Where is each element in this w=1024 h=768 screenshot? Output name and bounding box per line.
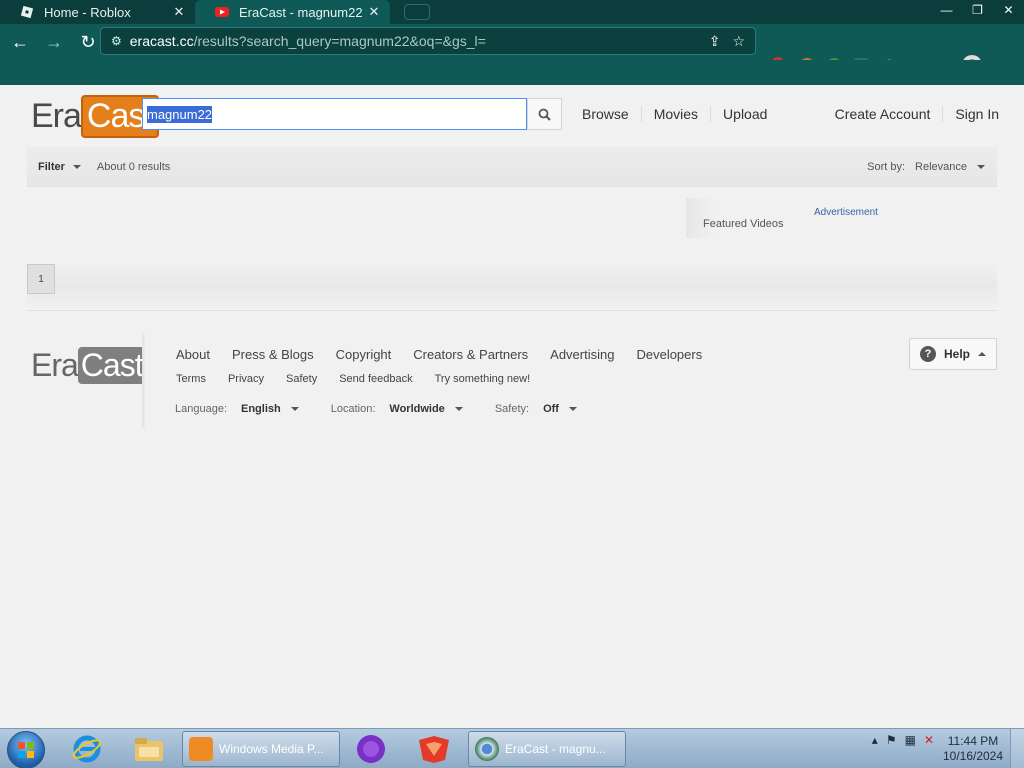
nav-movies[interactable]: Movies [642,106,712,122]
footer-link-privacy[interactable]: Privacy [228,373,264,385]
footer-primary-links: About Press & Blogs Copyright Creators &… [176,347,702,362]
share-icon[interactable]: ⇪ [709,33,721,50]
nav-upload[interactable]: Upload [711,106,779,122]
search-button[interactable] [527,98,562,130]
file-explorer-icon[interactable] [133,731,165,767]
tray-expand-icon[interactable]: ▴ [872,733,878,747]
tab-title: Home - Roblox [44,4,131,20]
purple-app-icon[interactable] [355,731,387,767]
results-filter-bar: Filter About 0 results Sort by: Relevanc… [27,147,997,187]
footer-divider [27,310,997,311]
footer-link-try-new[interactable]: Try something new! [435,373,531,385]
forward-icon[interactable]: → [40,28,68,56]
create-account-link[interactable]: Create Account [823,106,944,122]
nav-browse[interactable]: Browse [570,106,642,122]
eracast-logo[interactable]: Era Cast [31,94,159,138]
footer-logo[interactable]: Era Cast [31,347,146,384]
show-desktop-button[interactable] [1010,729,1024,768]
footer-link-advertising[interactable]: Advertising [550,347,614,362]
chevron-down-icon [454,407,463,411]
taskbar-windows-media-player[interactable]: Windows Media P... [182,731,340,767]
footer-link-creators[interactable]: Creators & Partners [413,347,528,362]
sort-label: Sort by: [867,160,906,173]
language-dropdown[interactable]: English [241,403,299,415]
media-player-icon [189,737,213,761]
question-icon: ? [919,346,936,362]
footer-link-safety[interactable]: Safety [286,373,317,385]
search-query-text: magnum22 [147,105,213,123]
page-button[interactable]: 1 [27,264,55,294]
clock-time: 11:44 PM [947,734,999,748]
safety-label: Safety: [494,403,530,415]
windows-logo-icon [18,742,34,758]
page-content: Era Cast magnum22 Browse Movies Upload Cr… [0,85,1024,728]
footer-link-feedback[interactable]: Send feedback [339,373,412,385]
footer-link-about[interactable]: About [176,347,210,362]
safety-dropdown[interactable]: Off [543,403,577,415]
url-text[interactable]: eracast.cc/results?search_query=magnum22… [130,33,709,49]
new-tab-button[interactable] [404,4,430,20]
reload-icon[interactable]: ↻ [74,28,102,56]
roblox-icon [20,5,34,19]
address-bar[interactable]: ⚙ eracast.cc/results?search_query=magnum… [100,27,756,55]
location-dropdown[interactable]: Worldwide [389,403,463,415]
tab-roblox[interactable]: Home - Roblox ✕ [0,0,195,24]
chevron-up-icon [978,352,986,356]
clock-date: 10/16/2024 [942,749,1004,763]
minimize-icon[interactable]: — [931,0,962,20]
bookmarks-bar [0,60,1024,85]
back-icon[interactable]: ← [6,28,34,56]
chevron-down-icon [290,407,299,411]
restore-icon[interactable]: ❐ [962,0,993,20]
system-tray: ▴ ⚑ ▦ ✕ [872,733,934,747]
browser-toolbar: ← → ↻ ⚙ eracast.cc/results?search_query=… [0,24,1024,75]
tab-title: EraCast - magnum22 [239,4,363,20]
windows-taskbar: Windows Media P... EraCast - magnu... ▴ … [0,728,1024,768]
location-label: Location: [330,403,376,415]
start-button[interactable] [7,731,45,768]
internet-explorer-icon[interactable] [72,731,102,767]
bookmark-star-icon[interactable]: ☆ [732,33,745,50]
sign-in-link[interactable]: Sign In [943,106,999,122]
chevron-down-icon [568,407,577,411]
chrome-icon [475,737,499,761]
flag-icon[interactable]: ⚑ [886,733,897,747]
footer-preferences: Language: English Location: Worldwide Sa… [175,403,609,415]
pagination: 1 [27,263,997,309]
footer-secondary-links: Terms Privacy Safety Send feedback Try s… [176,373,530,385]
browser-tab-strip: Home - Roblox ✕ EraCast - magnum22 ✕ — ❐… [0,0,1024,24]
advertisement-label[interactable]: Advertisement [814,207,878,218]
search-icon [538,108,551,121]
chevron-down-icon [72,164,81,169]
featured-videos-heading: Featured Videos [686,198,826,238]
main-nav: Browse Movies Upload [570,106,779,122]
sort-control: Sort by: Relevance [867,161,985,173]
language-label: Language: [175,403,227,415]
close-window-icon[interactable]: ✕ [993,0,1024,20]
taskbar-clock[interactable]: 11:44 PM 10/16/2024 [938,734,1008,764]
tab-eracast[interactable]: EraCast - magnum22 ✕ [195,0,390,24]
taskbar-browser-eracast[interactable]: EraCast - magnu... [468,731,626,767]
network-icon[interactable]: ▦ [905,733,916,747]
close-icon[interactable]: ✕ [171,4,187,20]
youtube-icon [215,5,229,19]
chevron-down-icon [977,164,985,169]
filter-dropdown[interactable]: Filter [38,161,81,173]
search-form: magnum22 [142,98,562,130]
fox-app-icon[interactable] [417,731,451,767]
footer-divider-vertical [142,333,146,428]
volume-muted-icon[interactable]: ✕ [924,733,934,747]
search-input[interactable]: magnum22 [142,98,527,130]
window-controls: — ❐ ✕ [931,0,1024,20]
close-icon[interactable]: ✕ [366,4,382,20]
sort-dropdown[interactable]: Relevance [915,161,985,173]
account-nav: Create Account Sign In [823,106,999,122]
footer-link-copyright[interactable]: Copyright [336,347,392,362]
footer-link-developers[interactable]: Developers [636,347,702,362]
footer-link-terms[interactable]: Terms [176,373,206,385]
site-info-icon[interactable]: ⚙ [111,34,122,48]
footer-link-press[interactable]: Press & Blogs [232,347,314,362]
results-count: About 0 results [96,160,171,173]
help-button[interactable]: ? Help [909,338,997,370]
